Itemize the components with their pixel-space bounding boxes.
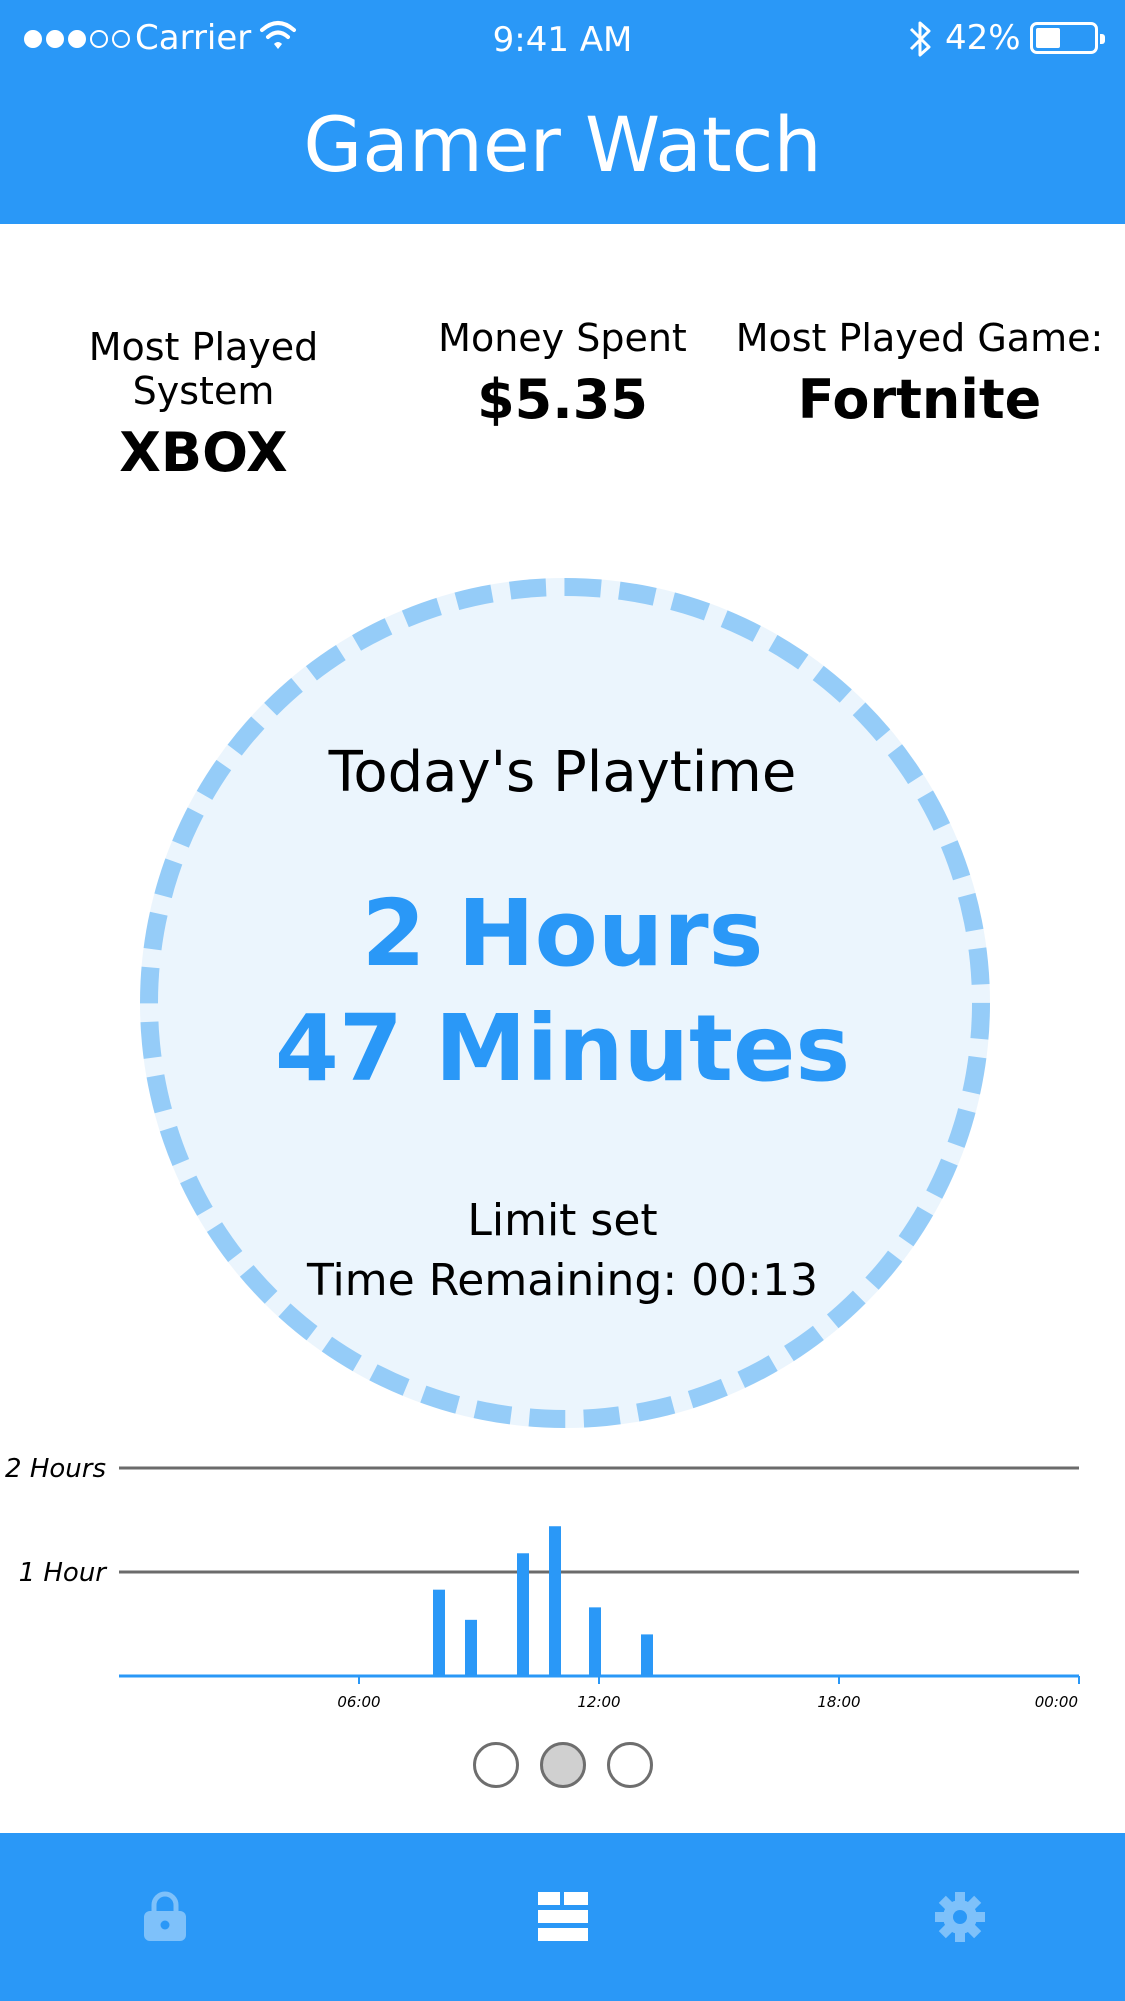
playtime-hours: 2 Hours: [361, 880, 764, 987]
y-tick-label: 1 Hour: [19, 1558, 109, 1588]
chart-bar: [465, 1619, 477, 1676]
playtime-bar-chart: 1 Hour 2 Hours 06:00 12:00 18:00 00:00: [5, 1454, 1080, 1710]
status-bar: Carrier 9:41 AM 42%: [0, 0, 1125, 80]
chart-bar: [433, 1589, 445, 1676]
playtime-minutes: 47 Minutes: [274, 995, 851, 1102]
gear-icon: [935, 1892, 985, 1942]
page-dot[interactable]: [606, 1742, 653, 1788]
money-spent-value: $5.35: [477, 368, 648, 431]
x-tick-label: 06:00: [337, 1693, 380, 1710]
most-played-game-label: Most Played Game:: [735, 316, 1104, 360]
money-spent-label: Money Spent: [438, 316, 687, 360]
app-header: Carrier 9:41 AM 42% Gamer Watch: [0, 0, 1125, 224]
time-remaining: Time Remaining: 00:13: [307, 1255, 818, 1306]
x-tick-label: 18:00: [817, 1693, 860, 1710]
bluetooth-icon: [909, 21, 931, 57]
lock-icon: [144, 1891, 186, 1941]
most-played-game-value: Fortnite: [797, 368, 1042, 431]
page-indicator: [0, 1742, 1125, 1788]
page-dot[interactable]: [472, 1742, 519, 1788]
most-played-system-value: XBOX: [119, 421, 288, 484]
tab-settings[interactable]: [860, 1833, 1060, 2001]
battery-percent: 42%: [945, 18, 1021, 58]
dashboard-icon: [538, 1892, 588, 1941]
most-played-system-label: Most Played System: [88, 325, 319, 413]
tab-bar: [0, 1833, 1125, 2001]
x-tick-label: 00:00: [1035, 1693, 1078, 1710]
most-played-system: Most Played System XBOX: [16, 325, 391, 484]
playtime-title: Today's Playtime: [328, 740, 797, 805]
battery-icon: [1030, 22, 1105, 54]
tab-dashboard[interactable]: [463, 1833, 663, 2001]
page-dot[interactable]: [539, 1742, 586, 1788]
y-tick-label: 2 Hours: [5, 1454, 106, 1484]
chart-bar: [549, 1526, 561, 1676]
x-tick-label: 12:00: [577, 1693, 620, 1710]
chart-bar: [517, 1553, 529, 1676]
limit-status: Limit set: [467, 1195, 658, 1246]
most-played-game: Most Played Game: Fortnite: [732, 316, 1107, 431]
chart-bar: [641, 1634, 653, 1676]
page-title: Gamer Watch: [303, 100, 822, 189]
chart-bar: [589, 1607, 601, 1676]
money-spent: Money Spent $5.35: [375, 316, 750, 431]
tab-lock[interactable]: [65, 1833, 265, 2001]
